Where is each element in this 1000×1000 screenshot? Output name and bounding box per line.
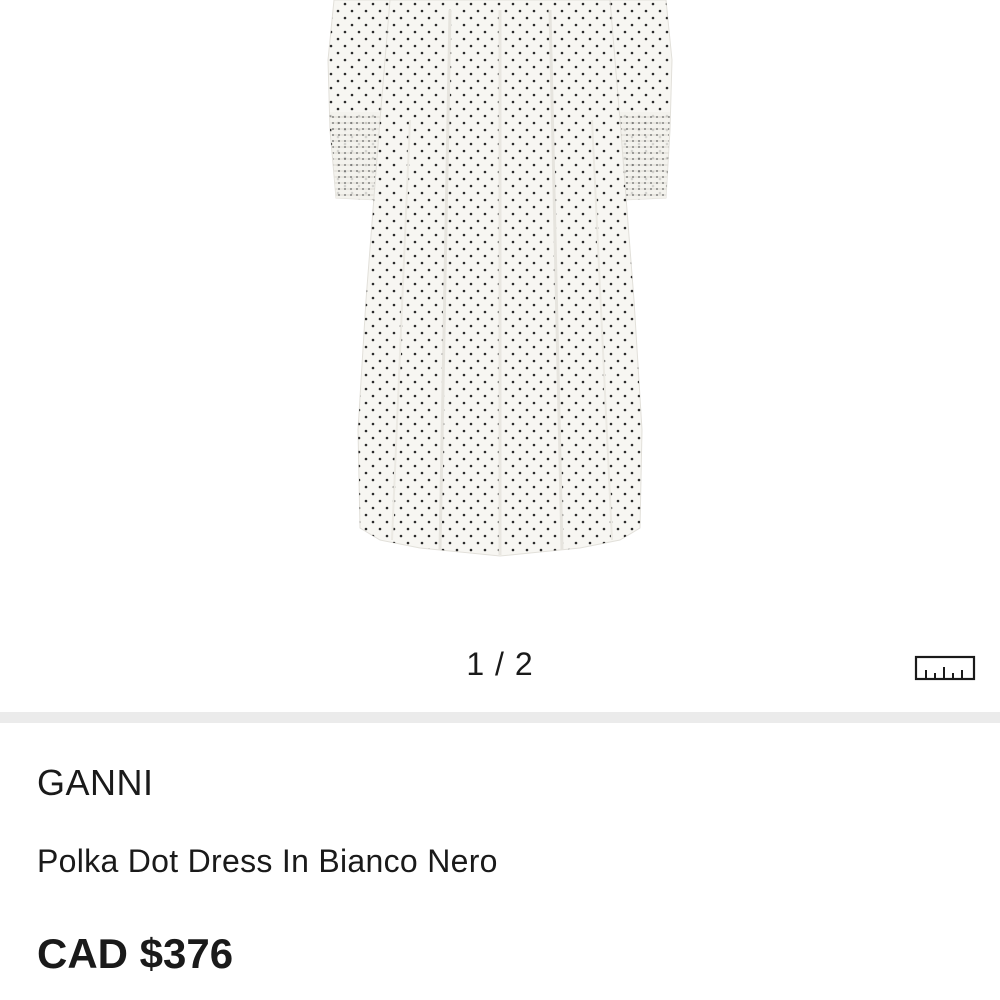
brand-name[interactable]: GANNI [37, 762, 154, 804]
product-title: Polka Dot Dress In Bianco Nero [37, 843, 498, 879]
product-page: 1 / 2 GANNI Polka Dot Dress In Bianco Ne… [0, 0, 1000, 1000]
ruler-icon[interactable] [914, 654, 976, 682]
product-image-gallery[interactable]: 1 / 2 [0, 0, 1000, 712]
section-divider [0, 712, 1000, 723]
image-pager: 1 / 2 [466, 646, 534, 682]
product-image[interactable] [300, 0, 700, 570]
product-price: CAD $376 [37, 930, 234, 977]
